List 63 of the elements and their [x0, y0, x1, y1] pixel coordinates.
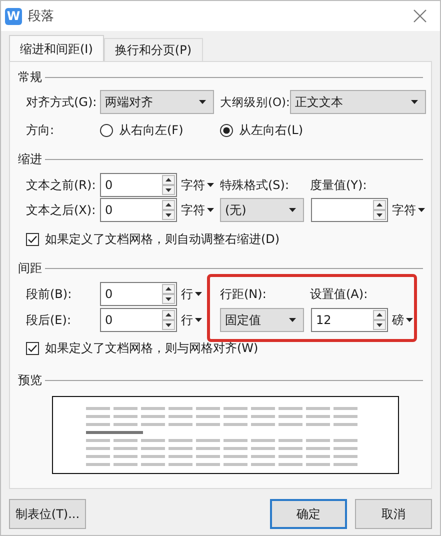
checkbox-option[interactable]: 如果定义了文档网格，则与网格对齐(W) — [26, 337, 423, 359]
checkbox-icon[interactable] — [26, 232, 39, 246]
number-field[interactable]: 0 — [100, 173, 177, 197]
field-label: 文本之前(R): — [26, 176, 97, 194]
section-heading: 预览 — [18, 372, 42, 388]
unit-dropdown[interactable]: 磅 — [392, 312, 413, 328]
dropdown-field[interactable]: 正文文本 — [290, 90, 426, 114]
field-label: 段后(E): — [26, 312, 72, 328]
checkbox-icon[interactable] — [26, 342, 39, 354]
caret-icon — [195, 292, 202, 296]
unit-dropdown[interactable]: 字符 — [181, 176, 220, 194]
dialog-button[interactable]: 制表位(T)... — [9, 499, 86, 529]
spinner-icon[interactable] — [162, 284, 175, 304]
field-label: 段前(B): — [26, 286, 73, 302]
close-icon[interactable] — [413, 9, 427, 23]
field-label: 文本之后(X): — [26, 202, 97, 218]
unit-dropdown[interactable]: 字符 — [392, 202, 425, 218]
number-field[interactable]: 0 — [100, 198, 177, 222]
caret-icon — [289, 318, 296, 322]
tab[interactable]: 缩进和间距(I) — [9, 35, 104, 62]
checkbox-option[interactable]: 如果定义了文档网格，则自动调整右缩进(D) — [26, 228, 423, 250]
spinner-icon[interactable] — [162, 310, 175, 330]
window-title: 段落 — [28, 8, 54, 25]
field-label: 特殊格式(S): — [220, 176, 290, 194]
number-field[interactable]: 0 — [100, 308, 177, 332]
dropdown-field[interactable]: 两端对齐 — [100, 90, 214, 114]
field-label: 大纲级别(O): — [220, 94, 290, 110]
unit-dropdown[interactable]: 字符 — [181, 202, 220, 218]
unit-dropdown[interactable]: 行 — [181, 312, 220, 328]
spinner-icon[interactable] — [162, 175, 175, 195]
caret-icon — [411, 100, 418, 104]
caret-icon — [195, 318, 202, 322]
tab[interactable]: 换行和分页(P) — [104, 38, 203, 61]
caret-icon — [406, 318, 413, 322]
dialog-button[interactable]: 确定 — [270, 499, 347, 529]
radio-icon[interactable] — [100, 124, 113, 136]
spinner-icon[interactable] — [162, 200, 175, 220]
number-field[interactable]: 12 — [311, 308, 388, 332]
caret-icon — [207, 208, 214, 212]
section-heading: 间距 — [18, 260, 42, 276]
field-label: 行距(N): — [220, 286, 268, 302]
dialog-button[interactable]: 取消 — [355, 499, 432, 529]
dropdown-field[interactable]: 固定值 — [220, 308, 304, 332]
dropdown-field[interactable]: (无) — [220, 198, 304, 222]
spinner-icon[interactable] — [373, 310, 386, 330]
caret-icon — [199, 100, 206, 104]
caret-icon — [418, 208, 425, 212]
radio-option[interactable]: 从右向左(F) — [100, 122, 220, 138]
section-heading: 常规 — [18, 68, 42, 86]
app-icon: W — [5, 8, 22, 24]
section-heading: 缩进 — [18, 150, 42, 168]
radio-icon[interactable] — [220, 124, 233, 136]
number-field[interactable] — [311, 198, 388, 222]
number-field[interactable]: 0 — [100, 282, 177, 306]
field-label: 设置值(A): — [310, 286, 368, 302]
caret-icon — [289, 208, 296, 212]
field-label: 对齐方式(G): — [26, 94, 98, 110]
radio-option[interactable]: 从左向右(L) — [220, 122, 304, 138]
field-label: 度量值(Y): — [310, 176, 367, 194]
spinner-icon[interactable] — [373, 200, 386, 220]
unit-dropdown[interactable]: 行 — [181, 286, 220, 302]
caret-icon — [207, 183, 214, 187]
field-label: 方向: — [26, 122, 56, 138]
